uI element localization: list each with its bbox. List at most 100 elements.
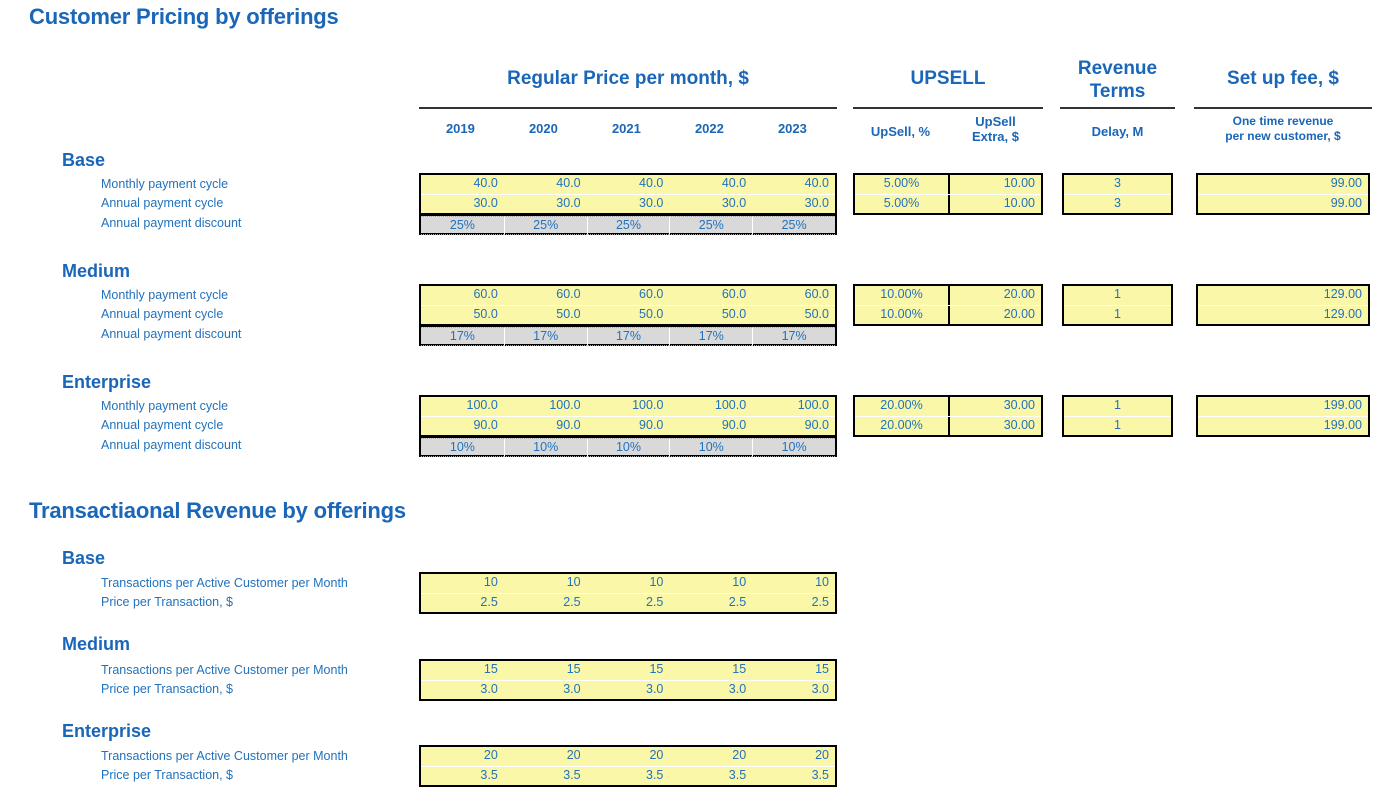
- cell-enterprise-monthly-2019[interactable]: 100.0: [421, 397, 504, 416]
- cell-base-monthly-2021[interactable]: 40.0: [587, 175, 670, 194]
- data-block-medium-delay[interactable]: 1 1: [1062, 284, 1173, 326]
- cell-tx-base-transactions-2022[interactable]: 10: [669, 574, 752, 593]
- cell-base-setup-fee-monthly[interactable]: 99.00: [1198, 175, 1368, 194]
- cell-enterprise-setup-fee-monthly[interactable]: 199.00: [1198, 397, 1368, 416]
- cell-tx-base-transactions-2019[interactable]: 10: [421, 574, 504, 593]
- cell-enterprise-delay-annual[interactable]: 1: [1064, 417, 1171, 435]
- cell-tx-medium-price-2019[interactable]: 3.0: [421, 681, 504, 699]
- cell-medium-annual-2023[interactable]: 50.0: [752, 306, 835, 324]
- cell-base-monthly-2020[interactable]: 40.0: [504, 175, 587, 194]
- data-block-medium-upsell[interactable]: 10.00% 20.00 10.00% 20.00: [853, 284, 1043, 326]
- data-block-medium-regular-price[interactable]: 60.0 60.0 60.0 60.0 60.0 50.0 50.0 50.0 …: [419, 284, 837, 326]
- cell-medium-upsell-extra-monthly[interactable]: 20.00: [948, 286, 1041, 305]
- cell-enterprise-delay-monthly[interactable]: 1: [1064, 397, 1171, 416]
- cell-tx-medium-price-2022[interactable]: 3.0: [669, 681, 752, 699]
- cell-tx-medium-transactions-2021[interactable]: 15: [587, 661, 670, 680]
- cell-medium-monthly-2020[interactable]: 60.0: [504, 286, 587, 305]
- cell-tx-medium-transactions-2023[interactable]: 15: [752, 661, 835, 680]
- cell-base-monthly-2023[interactable]: 40.0: [752, 175, 835, 194]
- cell-tx-base-transactions-2021[interactable]: 10: [587, 574, 670, 593]
- data-block-base-upsell[interactable]: 5.00% 10.00 5.00% 10.00: [853, 173, 1043, 215]
- data-block-base-setup-fee[interactable]: 99.00 99.00: [1196, 173, 1370, 215]
- data-block-transactional-enterprise[interactable]: 20 20 20 20 20 3.5 3.5 3.5 3.5 3.5: [419, 745, 837, 787]
- cell-enterprise-setup-fee-annual[interactable]: 199.00: [1198, 417, 1368, 435]
- cell-tx-medium-transactions-2022[interactable]: 15: [669, 661, 752, 680]
- cell-medium-annual-2021[interactable]: 50.0: [587, 306, 670, 324]
- cell-base-annual-2022[interactable]: 30.0: [669, 195, 752, 213]
- cell-base-annual-2020[interactable]: 30.0: [504, 195, 587, 213]
- data-block-transactional-base[interactable]: 10 10 10 10 10 2.5 2.5 2.5 2.5 2.5: [419, 572, 837, 614]
- cell-enterprise-upsell-extra-annual[interactable]: 30.00: [948, 417, 1041, 435]
- cell-enterprise-annual-2020[interactable]: 90.0: [504, 417, 587, 435]
- cell-base-setup-fee-annual[interactable]: 99.00: [1198, 195, 1368, 213]
- data-block-base-regular-price[interactable]: 40.0 40.0 40.0 40.0 40.0 30.0 30.0 30.0 …: [419, 173, 837, 215]
- cell-enterprise-annual-2019[interactable]: 90.0: [421, 417, 504, 435]
- data-block-medium-setup-fee[interactable]: 129.00 129.00: [1196, 284, 1370, 326]
- cell-base-upsell-extra-monthly[interactable]: 10.00: [948, 175, 1041, 194]
- cell-medium-upsell-pct-annual[interactable]: 10.00%: [855, 306, 948, 324]
- cell-medium-monthly-2019[interactable]: 60.0: [421, 286, 504, 305]
- table-row: 10 10 10 10 10: [421, 574, 835, 593]
- cell-tx-enterprise-price-2023[interactable]: 3.5: [752, 767, 835, 785]
- data-block-transactional-medium[interactable]: 15 15 15 15 15 3.0 3.0 3.0 3.0 3.0: [419, 659, 837, 701]
- cell-tx-enterprise-transactions-2022[interactable]: 20: [669, 747, 752, 766]
- cell-base-monthly-2019[interactable]: 40.0: [421, 175, 504, 194]
- cell-base-delay-monthly[interactable]: 3: [1064, 175, 1171, 194]
- cell-enterprise-upsell-pct-annual[interactable]: 20.00%: [855, 417, 948, 435]
- cell-tx-enterprise-price-2021[interactable]: 3.5: [587, 767, 670, 785]
- cell-enterprise-annual-2022[interactable]: 90.0: [669, 417, 752, 435]
- data-block-base-delay[interactable]: 3 3: [1062, 173, 1173, 215]
- cell-medium-setup-fee-annual[interactable]: 129.00: [1198, 306, 1368, 324]
- cell-tx-medium-transactions-2020[interactable]: 15: [504, 661, 587, 680]
- cell-base-delay-annual[interactable]: 3: [1064, 195, 1171, 213]
- cell-tx-base-price-2019[interactable]: 2.5: [421, 594, 504, 612]
- cell-medium-delay-monthly[interactable]: 1: [1064, 286, 1171, 305]
- cell-medium-upsell-pct-monthly[interactable]: 10.00%: [855, 286, 948, 305]
- cell-enterprise-monthly-2021[interactable]: 100.0: [587, 397, 670, 416]
- cell-enterprise-upsell-pct-monthly[interactable]: 20.00%: [855, 397, 948, 416]
- cell-tx-medium-price-2020[interactable]: 3.0: [504, 681, 587, 699]
- cell-medium-upsell-extra-annual[interactable]: 20.00: [948, 306, 1041, 324]
- cell-enterprise-monthly-2022[interactable]: 100.0: [669, 397, 752, 416]
- cell-tx-enterprise-price-2020[interactable]: 3.5: [504, 767, 587, 785]
- cell-medium-monthly-2022[interactable]: 60.0: [669, 286, 752, 305]
- cell-tx-base-transactions-2023[interactable]: 10: [752, 574, 835, 593]
- cell-enterprise-monthly-2023[interactable]: 100.0: [752, 397, 835, 416]
- cell-enterprise-annual-2021[interactable]: 90.0: [587, 417, 670, 435]
- data-block-enterprise-delay[interactable]: 1 1: [1062, 395, 1173, 437]
- cell-tx-enterprise-transactions-2021[interactable]: 20: [587, 747, 670, 766]
- cell-medium-setup-fee-monthly[interactable]: 129.00: [1198, 286, 1368, 305]
- cell-base-upsell-extra-annual[interactable]: 10.00: [948, 195, 1041, 213]
- cell-tx-enterprise-transactions-2020[interactable]: 20: [504, 747, 587, 766]
- cell-enterprise-annual-2023[interactable]: 90.0: [752, 417, 835, 435]
- cell-medium-annual-2019[interactable]: 50.0: [421, 306, 504, 324]
- cell-tx-medium-transactions-2019[interactable]: 15: [421, 661, 504, 680]
- cell-base-annual-2023[interactable]: 30.0: [752, 195, 835, 213]
- cell-tx-base-price-2023[interactable]: 2.5: [752, 594, 835, 612]
- cell-base-upsell-pct-monthly[interactable]: 5.00%: [855, 175, 948, 194]
- cell-tx-base-transactions-2020[interactable]: 10: [504, 574, 587, 593]
- cell-base-annual-2019[interactable]: 30.0: [421, 195, 504, 213]
- data-block-enterprise-regular-price[interactable]: 100.0 100.0 100.0 100.0 100.0 90.0 90.0 …: [419, 395, 837, 437]
- cell-medium-annual-2022[interactable]: 50.0: [669, 306, 752, 324]
- data-block-enterprise-setup-fee[interactable]: 199.00 199.00: [1196, 395, 1370, 437]
- cell-tx-enterprise-transactions-2019[interactable]: 20: [421, 747, 504, 766]
- cell-tx-base-price-2020[interactable]: 2.5: [504, 594, 587, 612]
- cell-tx-medium-price-2021[interactable]: 3.0: [587, 681, 670, 699]
- cell-medium-delay-annual[interactable]: 1: [1064, 306, 1171, 324]
- cell-tx-enterprise-price-2019[interactable]: 3.5: [421, 767, 504, 785]
- cell-base-upsell-pct-annual[interactable]: 5.00%: [855, 195, 948, 213]
- cell-medium-annual-2020[interactable]: 50.0: [504, 306, 587, 324]
- cell-enterprise-monthly-2020[interactable]: 100.0: [504, 397, 587, 416]
- cell-base-annual-2021[interactable]: 30.0: [587, 195, 670, 213]
- cell-medium-monthly-2023[interactable]: 60.0: [752, 286, 835, 305]
- cell-base-monthly-2022[interactable]: 40.0: [669, 175, 752, 194]
- cell-enterprise-upsell-extra-monthly[interactable]: 30.00: [948, 397, 1041, 416]
- cell-tx-base-price-2021[interactable]: 2.5: [587, 594, 670, 612]
- data-block-enterprise-upsell[interactable]: 20.00% 30.00 20.00% 30.00: [853, 395, 1043, 437]
- cell-tx-enterprise-transactions-2023[interactable]: 20: [752, 747, 835, 766]
- cell-tx-base-price-2022[interactable]: 2.5: [669, 594, 752, 612]
- cell-tx-medium-price-2023[interactable]: 3.0: [752, 681, 835, 699]
- cell-tx-enterprise-price-2022[interactable]: 3.5: [669, 767, 752, 785]
- cell-medium-monthly-2021[interactable]: 60.0: [587, 286, 670, 305]
